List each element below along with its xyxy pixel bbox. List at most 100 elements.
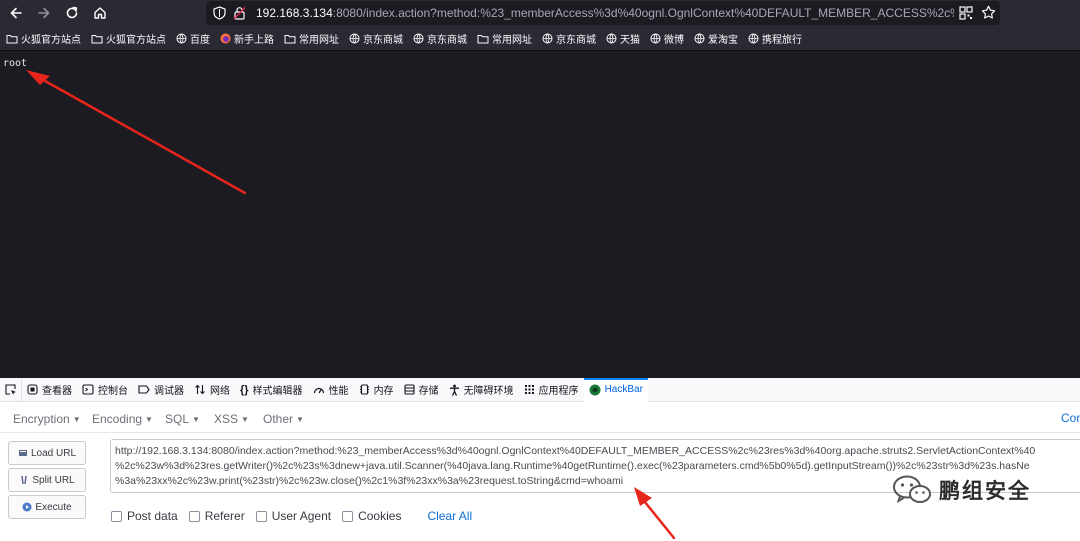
option-label: Referer [204, 509, 245, 523]
load-url-button[interactable]: Load URL [8, 441, 86, 465]
tab-label: HackBar [604, 384, 643, 395]
tab-storage[interactable]: 存储 [399, 378, 444, 402]
tab-label: 查看器 [42, 386, 72, 397]
element-picker-icon [5, 384, 16, 395]
load-icon [18, 448, 28, 458]
application-icon [524, 384, 535, 395]
post-data-option[interactable]: Post data [111, 509, 178, 523]
tab-label: 网络 [210, 386, 230, 397]
bookmark-item[interactable]: 火狐官方站点 [6, 30, 81, 48]
user-agent-option[interactable]: User Agent [255, 509, 332, 523]
url-text[interactable]: 192.168.3.134:8080/index.action?method:%… [256, 5, 954, 21]
tab-label: 调试器 [154, 386, 184, 397]
clear-all-button[interactable]: Clear All [427, 509, 472, 523]
reload-icon [66, 6, 78, 19]
referer-checkbox[interactable] [188, 510, 200, 522]
bookmark-item[interactable]: 百度 [176, 30, 210, 48]
tab-console[interactable]: 控制台 [77, 378, 133, 402]
folder-icon [6, 34, 18, 44]
option-label: Cookies [358, 509, 402, 523]
bookmark-item[interactable]: 爱淘宝 [694, 30, 738, 48]
other-menu[interactable]: Other ▼ [263, 412, 304, 426]
sql-menu[interactable]: SQL ▼ [165, 412, 200, 426]
folder-icon [284, 34, 296, 44]
tab-performance[interactable]: 性能 [308, 378, 354, 402]
watermark-text: 鹏组安全 [939, 479, 1031, 503]
bookmark-item[interactable]: 京东商城 [542, 30, 596, 48]
performance-icon [313, 384, 325, 395]
tab-accessibility[interactable]: 无障碍环境 [444, 378, 519, 402]
caret-down-icon: ▼ [296, 415, 304, 424]
bookmark-label: 天猫 [620, 35, 640, 46]
globe-icon [413, 33, 424, 44]
split-url-button[interactable]: Split URL [8, 468, 86, 492]
post-data-checkbox[interactable] [111, 510, 122, 522]
reload-button[interactable] [61, 3, 83, 23]
tab-label: 样式编辑器 [252, 386, 303, 397]
menu-label: Encoding [92, 412, 143, 426]
bookmark-item[interactable]: 天猫 [606, 30, 640, 48]
globe-icon [748, 33, 759, 44]
option-label: User Agent [271, 509, 332, 523]
button-label: Load URL [30, 447, 77, 459]
tab-style-editor[interactable]: {} 样式编辑器 [235, 378, 308, 402]
caret-down-icon: ▼ [241, 415, 249, 424]
tab-network[interactable]: 网络 [189, 378, 235, 402]
bookmark-item[interactable]: 京东商城 [349, 30, 403, 48]
bookmark-item[interactable]: 新手上路 [220, 30, 274, 48]
qr-code-icon[interactable] [959, 6, 973, 20]
watermark: 鹏组安全 [892, 474, 1031, 506]
devtools-panel: 查看器 控制台 调试器 网络 {} 样式编辑器 性能 内存 存储 无障碍环境 应用… [0, 377, 1080, 541]
tab-inspector[interactable]: 查看器 [22, 378, 77, 402]
globe-icon [542, 33, 553, 44]
contribute-link[interactable]: Con [1061, 411, 1080, 425]
forward-arrow-icon [38, 7, 50, 19]
forward-button[interactable] [33, 3, 55, 23]
accessibility-icon [449, 384, 460, 396]
bookmark-item[interactable]: 京东商城 [413, 30, 467, 48]
caret-down-icon: ▼ [72, 415, 81, 424]
globe-icon [694, 33, 705, 44]
inspector-icon [27, 384, 38, 395]
devtools-tabbar: 查看器 控制台 调试器 网络 {} 样式编辑器 性能 内存 存储 无障碍环境 应用… [0, 377, 1080, 402]
tab-hackbar[interactable]: HackBar [583, 377, 648, 402]
caret-down-icon: ▼ [192, 415, 200, 424]
memory-icon [359, 384, 370, 395]
bookmark-item[interactable]: 携程旅行 [748, 30, 802, 48]
bookmark-item[interactable]: 火狐官方站点 [91, 30, 166, 48]
bookmark-star-icon[interactable] [981, 5, 996, 20]
back-button[interactable] [5, 3, 27, 23]
browser-toolbar: 192.168.3.134:8080/index.action?method:%… [0, 0, 1080, 27]
bookmark-item[interactable]: 常用网址 [477, 30, 532, 48]
bookmark-label: 常用网址 [299, 35, 339, 46]
cookies-checkbox[interactable] [342, 510, 354, 522]
tab-debugger[interactable]: 调试器 [133, 378, 189, 402]
tracking-shield-icon [213, 6, 226, 20]
encoding-menu[interactable]: Encoding ▼ [92, 412, 153, 426]
network-icon [194, 384, 206, 395]
bookmark-label: 火狐官方站点 [21, 35, 81, 46]
tab-application[interactable]: 应用程序 [519, 378, 584, 402]
bookmark-label: 京东商城 [363, 35, 403, 46]
element-picker-button[interactable] [0, 377, 22, 402]
user-agent-checkbox[interactable] [255, 510, 267, 522]
xss-menu[interactable]: XSS ▼ [214, 412, 249, 426]
url-line: http://192.168.3.134:8080/index.action?m… [115, 445, 1036, 457]
home-button[interactable] [89, 3, 111, 23]
bookmark-label: 携程旅行 [762, 35, 802, 46]
cookies-option[interactable]: Cookies [342, 509, 401, 523]
bookmark-item[interactable]: 微博 [650, 30, 684, 48]
button-label: Split URL [32, 474, 75, 486]
bookmark-item[interactable]: 常用网址 [284, 30, 339, 48]
bookmark-label: 常用网址 [492, 35, 532, 46]
encryption-menu[interactable]: Encryption ▼ [13, 412, 81, 426]
url-line: %2c%23w%3d%23res.getWriter()%2c%23s%3dne… [115, 460, 1030, 472]
hackbar-icon [589, 384, 601, 396]
caret-down-icon: ▼ [145, 415, 153, 424]
referer-option[interactable]: Referer [188, 509, 245, 523]
tab-memory[interactable]: 内存 [354, 378, 399, 402]
url-bar[interactable]: 192.168.3.134:8080/index.action?method:%… [206, 1, 1000, 25]
wechat-logo-icon [893, 475, 931, 504]
execute-button[interactable]: Execute [8, 495, 86, 519]
storage-icon [404, 384, 415, 395]
